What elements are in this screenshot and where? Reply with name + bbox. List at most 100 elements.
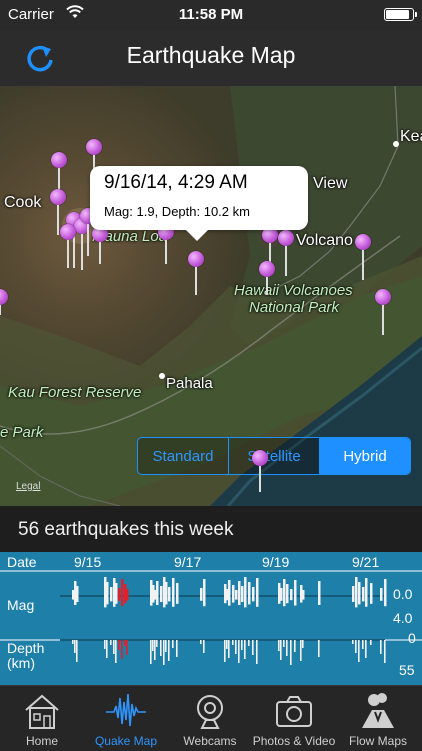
depth-bar xyxy=(118,640,120,650)
depth-bar xyxy=(244,640,246,659)
depth-unit-label: (km) xyxy=(7,655,35,671)
volcano-icon xyxy=(362,693,394,728)
mag-bar xyxy=(235,590,238,600)
mag-min-label: 0.0 xyxy=(393,586,413,602)
mag-bar xyxy=(165,582,168,605)
depth-bar xyxy=(224,640,226,662)
depth-bar xyxy=(104,640,106,649)
mag-bar xyxy=(294,580,297,606)
depth-bar xyxy=(121,640,123,659)
depth-bar xyxy=(110,640,112,645)
map-label-pahala: Pahala xyxy=(166,375,213,392)
mag-max-label: 4.0 xyxy=(393,610,413,626)
camera-icon xyxy=(276,696,312,727)
earthquake-map[interactable]: Cook Mauna Loa View Volcano Kea Hawaii V… xyxy=(0,86,422,506)
earthquake-pin[interactable] xyxy=(259,261,275,295)
depth-bar xyxy=(286,640,288,656)
mag-bar xyxy=(358,582,361,605)
summary-bar: 56 earthquakes this week xyxy=(0,506,422,552)
callout-subtitle: Mag: 1.9, Depth: 10.2 km xyxy=(104,204,250,219)
depth-bar xyxy=(241,640,243,650)
map-label-hvnp-2: National Park xyxy=(249,299,340,316)
depth-bar xyxy=(72,640,74,644)
depth-min-label: 0 xyxy=(408,630,416,646)
mag-bar xyxy=(362,587,365,602)
mag-bar xyxy=(115,583,118,604)
depth-bar xyxy=(163,640,165,665)
town-marker xyxy=(393,141,399,147)
depth-max-label: 55 xyxy=(399,662,415,678)
callout-title: 9/16/14, 4:29 AM xyxy=(104,172,248,193)
mag-axis-label: Mag xyxy=(7,597,35,613)
map-type-hybrid[interactable]: Hybrid xyxy=(319,438,410,474)
mag-bar xyxy=(286,584,289,604)
mag-bar xyxy=(384,579,387,607)
mag-bar xyxy=(203,579,206,607)
earthquake-pin[interactable] xyxy=(92,226,108,264)
depth-bar xyxy=(106,640,108,658)
date-tick: 9/17 xyxy=(174,554,202,570)
timeline-graph xyxy=(0,570,422,665)
depth-bar xyxy=(228,640,230,658)
mag-bar xyxy=(126,589,129,601)
map-label-view: View xyxy=(313,175,348,192)
depth-axis-label: Depth xyxy=(7,640,45,656)
mag-bar xyxy=(110,587,113,602)
map-label-park: e Park xyxy=(0,424,44,441)
mag-bar xyxy=(244,577,247,608)
depth-bar xyxy=(280,640,282,660)
date-tick: 9/19 xyxy=(262,554,290,570)
date-tick: 9/21 xyxy=(352,554,380,570)
depth-bar xyxy=(156,640,158,647)
map-label-cook: Cook xyxy=(4,194,42,211)
depth-bar xyxy=(294,640,296,652)
earthquake-pin[interactable] xyxy=(355,234,371,280)
depth-bar xyxy=(232,640,234,645)
legal-link[interactable]: Legal xyxy=(16,481,40,492)
earthquake-pin[interactable] xyxy=(158,224,174,264)
map-type-segmented-control[interactable]: Standard Satellite Hybrid xyxy=(137,437,411,475)
tab-webcams-label: Webcams xyxy=(183,734,237,748)
earthquake-pin[interactable] xyxy=(60,224,76,268)
depth-bar xyxy=(150,640,152,664)
nav-bar: Earthquake Map xyxy=(0,30,422,86)
earthquake-callout[interactable]: 9/16/14, 4:29 AM Mag: 1.9, Depth: 10.2 k… xyxy=(90,166,308,241)
depth-bar xyxy=(113,640,115,654)
earthquake-pin[interactable] xyxy=(252,450,268,492)
map-type-satellite[interactable]: Satellite xyxy=(228,438,319,474)
mag-bar xyxy=(121,579,124,607)
tab-home-label: Home xyxy=(25,734,58,748)
map-label-kea: Kea xyxy=(400,128,422,145)
depth-bar xyxy=(302,640,304,648)
earthquake-pin[interactable] xyxy=(0,289,8,315)
depth-bar xyxy=(165,640,167,652)
tab-flow-maps-label: Flow Maps xyxy=(348,734,407,748)
mag-bar xyxy=(172,578,175,607)
tab-photos-video[interactable]: Photos & Video xyxy=(252,686,336,751)
tab-flow-maps[interactable]: Flow Maps xyxy=(336,686,420,751)
mag-bar xyxy=(176,583,179,604)
mag-bar xyxy=(252,587,255,602)
tab-quake-map-label: Quake Map xyxy=(94,734,158,748)
map-label-hvnp-1: Hawaii Volcanoes xyxy=(234,282,353,299)
mag-bar xyxy=(365,578,368,607)
earthquake-pin-selected[interactable] xyxy=(188,251,204,295)
depth-bar xyxy=(115,640,117,663)
depth-bar xyxy=(160,640,162,656)
map-type-standard[interactable]: Standard xyxy=(138,438,228,474)
mag-bar xyxy=(238,581,241,605)
tab-quake-map[interactable]: Quake Map xyxy=(84,686,168,751)
tab-photos-video-label: Photos & Video xyxy=(252,734,336,748)
depth-bar xyxy=(235,640,237,654)
earthquake-count: 56 earthquakes this week xyxy=(18,519,234,540)
date-axis-label: Date xyxy=(7,554,37,570)
tab-home[interactable]: Home xyxy=(0,686,84,751)
timeline-chart[interactable]: Date 9/15 9/17 9/19 9/21 Mag 0.0 4.0 Dep… xyxy=(0,552,422,685)
town-marker xyxy=(159,373,165,379)
tab-webcams[interactable]: Webcams xyxy=(168,686,252,751)
earthquake-pin[interactable] xyxy=(375,289,391,335)
earthquake-pin[interactable] xyxy=(278,230,294,276)
mag-bar xyxy=(168,587,171,602)
mag-bar xyxy=(370,583,373,604)
mag-bar xyxy=(156,581,159,605)
